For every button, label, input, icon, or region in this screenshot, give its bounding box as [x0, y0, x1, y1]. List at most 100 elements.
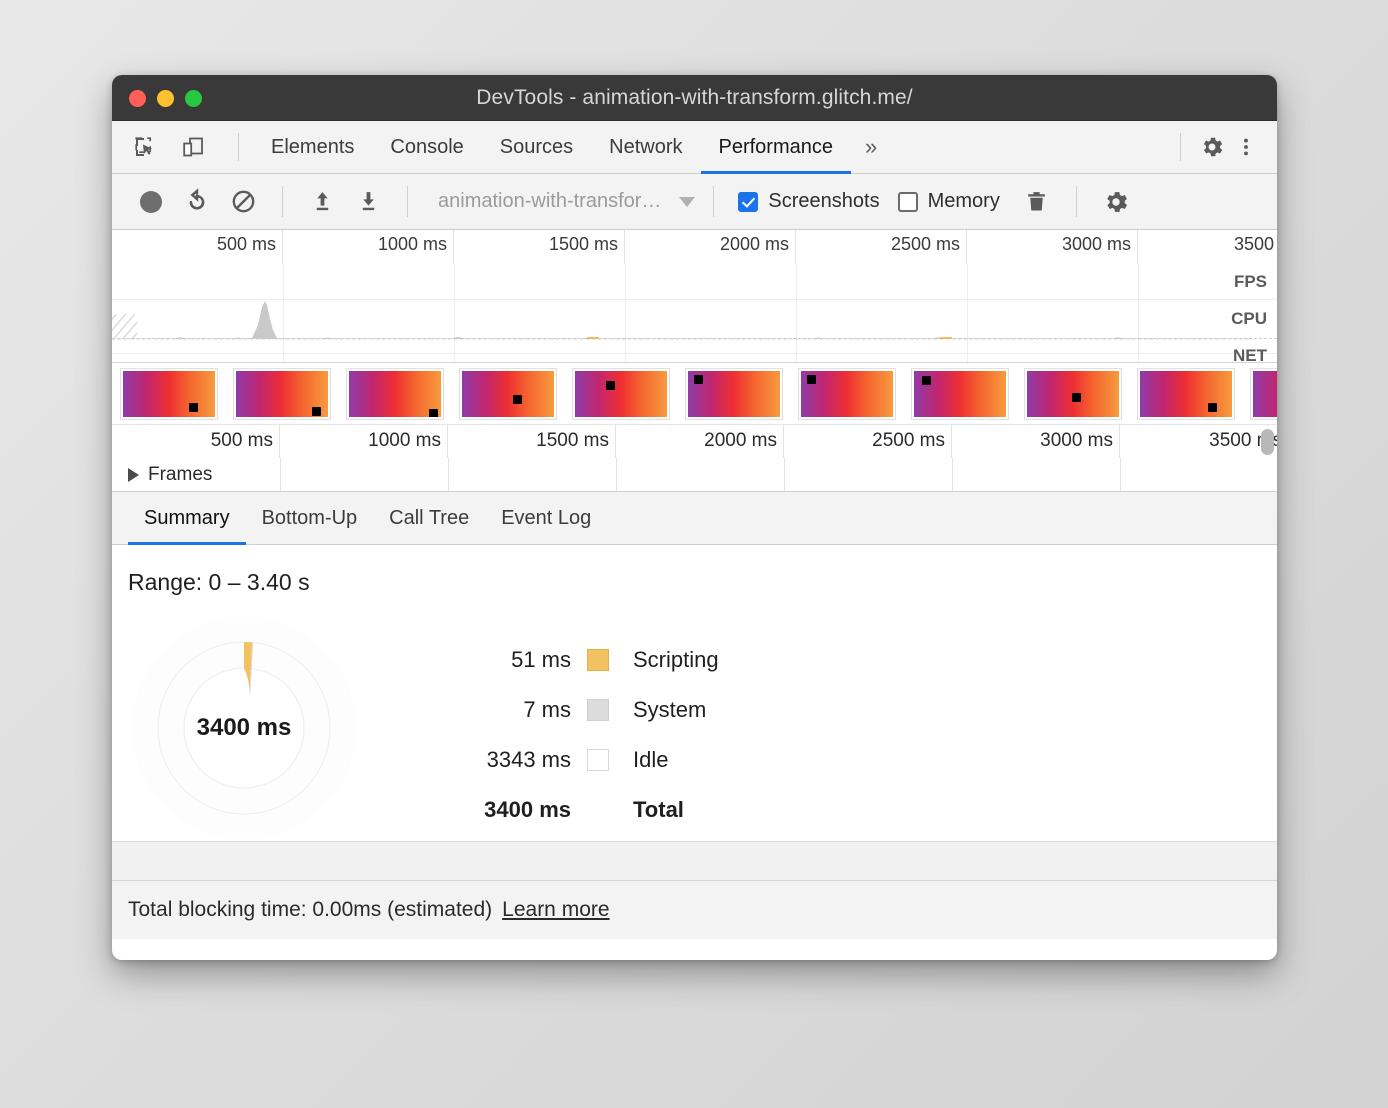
filmstrip-frame[interactable] [1024, 368, 1122, 420]
legend-swatch-total [587, 799, 609, 821]
minimize-window-button[interactable] [157, 90, 174, 107]
filmstrip-frame[interactable] [346, 368, 444, 420]
capture-settings-gear-icon[interactable] [1095, 181, 1137, 223]
donut-center-label: 3400 ms [134, 714, 354, 742]
legend-value-idle: 3343 ms [457, 747, 587, 773]
screenshots-label: Screenshots [768, 190, 879, 213]
filmstrip-frame[interactable] [1137, 368, 1235, 420]
tab-performance[interactable]: Performance [701, 121, 852, 173]
filmstrip-frame[interactable] [120, 368, 218, 420]
screenshots-checkbox-row[interactable]: Screenshots [738, 190, 879, 213]
filmstrip-frame-image [236, 371, 328, 417]
tab-call-tree[interactable]: Call Tree [373, 492, 485, 544]
filmstrip-frame-image [462, 371, 554, 417]
record-circle-icon[interactable] [130, 181, 172, 223]
close-window-button[interactable] [129, 90, 146, 107]
device-toolbar-icon[interactable] [176, 130, 210, 164]
frames-track[interactable]: Frames [112, 458, 1277, 492]
overview-tick: 2500 ms [796, 230, 967, 264]
filmstrip-frame-image [914, 371, 1006, 417]
filmstrip-frame[interactable] [685, 368, 783, 420]
tab-bottom-up[interactable]: Bottom-Up [246, 492, 374, 544]
legend-label-scripting: Scripting [609, 647, 719, 673]
filmstrip-frame-image [1140, 371, 1232, 417]
profile-selector-value[interactable]: animation-with-transfor… [438, 190, 661, 213]
legend-row-scripting[interactable]: 51 ms Scripting [457, 635, 719, 685]
inspect-element-icon[interactable] [128, 130, 162, 164]
summary-panel: Range: 0 – 3.40 s 3400 ms 51 ms Scriptin… [112, 545, 1277, 842]
reload-record-icon[interactable] [176, 181, 218, 223]
timeline-scrollbar-thumb[interactable] [1261, 429, 1274, 455]
filmstrip-frame-image [1027, 371, 1119, 417]
screenshots-checkbox[interactable] [738, 192, 758, 212]
learn-more-link[interactable]: Learn more [502, 898, 609, 922]
settings-gear-icon[interactable] [1195, 130, 1229, 164]
more-vertical-icon[interactable] [1229, 130, 1263, 164]
timeline-tick: 3500 ms [1120, 425, 1277, 458]
legend-swatch-system [587, 699, 609, 721]
perftoolbar-divider-2 [407, 186, 408, 217]
legend-row-total: 3400 ms Total [457, 785, 719, 835]
tabbar-right-icons [1166, 121, 1277, 173]
chevron-down-icon[interactable] [679, 197, 695, 207]
more-tabs-icon[interactable]: » [851, 121, 891, 173]
upload-profile-icon[interactable] [301, 181, 343, 223]
filmstrip-frame-image [575, 371, 667, 417]
summary-legend: 51 ms Scripting 7 ms System 3343 ms Idle… [457, 635, 719, 835]
filmstrip-strip[interactable] [112, 363, 1277, 425]
tab-network[interactable]: Network [591, 121, 700, 173]
filmstrip-frame[interactable] [798, 368, 896, 420]
filmstrip-frame-image [1253, 371, 1277, 417]
total-blocking-time-text: Total blocking time: 0.00ms (estimated) [128, 898, 492, 922]
memory-checkbox-row[interactable]: Memory [898, 190, 1000, 213]
filmstrip-frame[interactable] [233, 368, 331, 420]
memory-checkbox[interactable] [898, 192, 918, 212]
devtools-window: DevTools - animation-with-transform.glit… [112, 75, 1277, 960]
clear-icon[interactable] [222, 181, 264, 223]
tab-elements[interactable]: Elements [253, 121, 372, 173]
legend-value-total: 3400 ms [457, 797, 587, 823]
tabbar-left-icons [112, 121, 253, 173]
legend-swatch-scripting [587, 649, 609, 671]
perftoolbar-divider-4 [1076, 186, 1077, 217]
download-profile-icon[interactable] [347, 181, 389, 223]
filmstrip-frame-image [349, 371, 441, 417]
range-label: Range: 0 – 3.40 s [128, 569, 310, 596]
tab-summary[interactable]: Summary [128, 492, 246, 544]
filmstrip-frame[interactable] [459, 368, 557, 420]
overview-ruler[interactable]: 500 ms 1000 ms 1500 ms 2000 ms 2500 ms 3… [112, 230, 1277, 264]
filmstrip-frame[interactable] [1250, 368, 1277, 420]
animated-square [1208, 403, 1217, 412]
legend-row-idle[interactable]: 3343 ms Idle [457, 735, 719, 785]
maximize-window-button[interactable] [185, 90, 202, 107]
tab-sources[interactable]: Sources [482, 121, 591, 173]
legend-label-system: System [609, 697, 706, 723]
animated-square [189, 403, 198, 412]
trash-icon[interactable] [1016, 181, 1058, 223]
frames-track-header[interactable]: Frames [128, 464, 212, 486]
filmstrip-frame-image [801, 371, 893, 417]
filmstrip-frame[interactable] [572, 368, 670, 420]
window-title: DevTools - animation-with-transform.glit… [476, 86, 912, 110]
overview-tick: 3500 ms [1138, 230, 1277, 264]
tab-event-log[interactable]: Event Log [485, 492, 607, 544]
overview-tick: 500 ms [112, 230, 283, 264]
overview-label-net: NET [1233, 346, 1267, 363]
timeline-overview[interactable]: 500 ms 1000 ms 1500 ms 2000 ms 2500 ms 3… [112, 230, 1277, 363]
animated-square [922, 376, 931, 385]
record-dot [140, 191, 162, 213]
legend-row-system[interactable]: 7 ms System [457, 685, 719, 735]
tab-console[interactable]: Console [372, 121, 481, 173]
tabbar-right-divider [1180, 133, 1181, 161]
timeline-tick: 1500 ms [448, 425, 616, 458]
overview-label-cpu: CPU [1231, 309, 1267, 329]
overview-tick: 1000 ms [283, 230, 454, 264]
triangle-right-icon[interactable] [128, 468, 139, 482]
timeline-ruler[interactable]: 500 ms 1000 ms 1500 ms 2000 ms 2500 ms 3… [112, 425, 1277, 458]
animated-square [312, 407, 321, 416]
legend-swatch-idle [587, 749, 609, 771]
frames-track-label: Frames [148, 464, 212, 486]
memory-label: Memory [928, 190, 1000, 213]
filmstrip-frame[interactable] [911, 368, 1009, 420]
overview-tick: 1500 ms [454, 230, 625, 264]
